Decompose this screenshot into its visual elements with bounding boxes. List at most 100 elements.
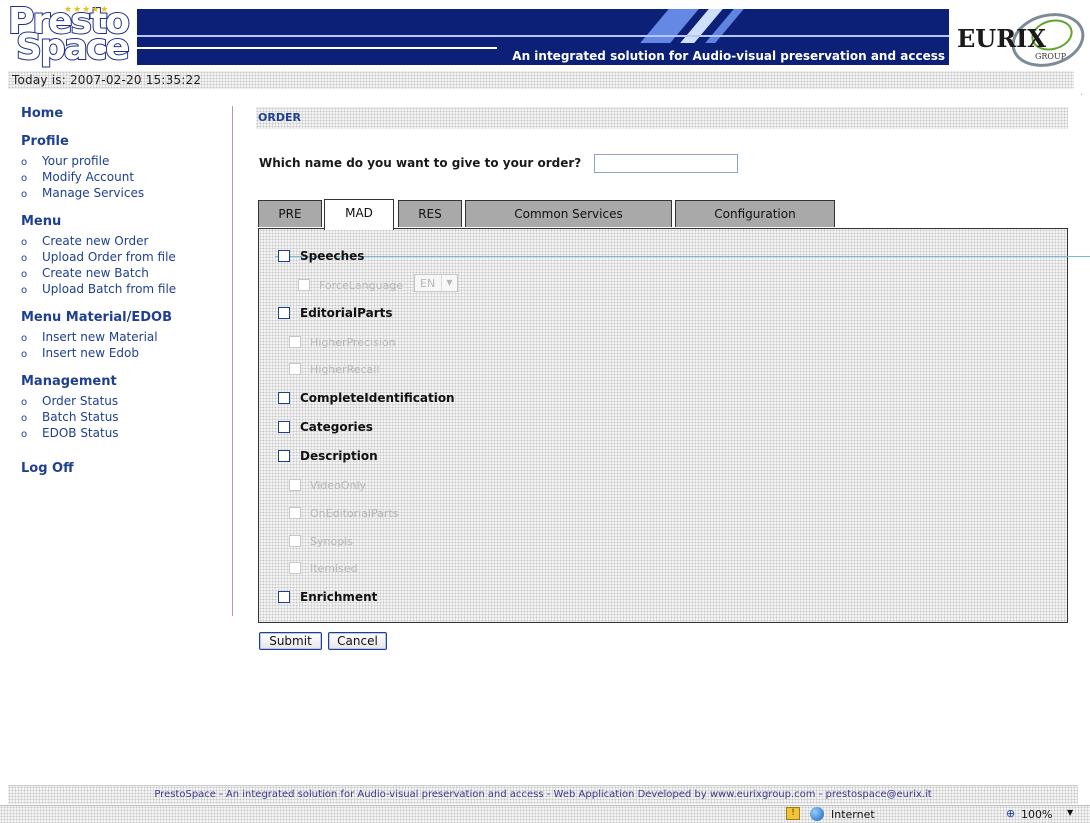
- higher-recall-label: HigherRecall: [310, 363, 380, 376]
- video-only-label: VideoOnly: [310, 479, 367, 492]
- zoom-level[interactable]: 100%: [1021, 808, 1052, 821]
- sidebar-management-list: o Order Status o Batch Status o EDOB Status: [21, 394, 221, 442]
- bullet-icon: o: [21, 349, 28, 360]
- sidebar-section-profile: Profile: [21, 134, 69, 149]
- sidebar-item-upload-batch[interactable]: o Upload Batch from file: [21, 282, 221, 298]
- sidebar-section-menu: Menu: [21, 214, 62, 229]
- section-header: ORDER: [256, 107, 1068, 129]
- force-language-label: ForceLanguage: [319, 279, 404, 292]
- prestospace-logo[interactable]: Presto ★★★★★ Space: [7, 3, 133, 67]
- language-select[interactable]: EN ▼: [414, 274, 458, 292]
- eurix-logo-subtext: GROUP: [1035, 52, 1067, 61]
- sidebar-item-modify-account[interactable]: o Modify Account: [21, 170, 221, 186]
- video-only-checkbox[interactable]: [289, 479, 301, 491]
- current-date: Today is: 2007-02-20 15:35:22: [12, 73, 202, 87]
- bullet-icon: o: [21, 397, 28, 408]
- tab-bar: PRE MAD RES Common Services Configuratio…: [258, 199, 1070, 230]
- eurix-logo-text: EURIX: [957, 24, 1047, 53]
- order-name-label: Which name do you want to give to your o…: [259, 156, 582, 170]
- enrichment-checkbox[interactable]: [278, 591, 290, 603]
- date-bar: Today is: 2007-02-20 15:35:22: [8, 71, 1074, 89]
- sidebar-item-batch-status[interactable]: o Batch Status: [21, 410, 221, 426]
- security-zone[interactable]: Internet: [831, 808, 875, 821]
- complete-identification-checkbox[interactable]: [278, 392, 290, 404]
- sidebar-item-label: Order Status: [42, 394, 119, 408]
- footer: PrestoSpace - An integrated solution for…: [8, 785, 1078, 804]
- sidebar-item-label: Create new Order: [42, 234, 149, 248]
- speeches-checkbox[interactable]: [278, 250, 290, 262]
- bullet-icon: o: [21, 413, 28, 424]
- sidebar-item-insert-material[interactable]: o Insert new Material: [21, 330, 221, 346]
- sidebar-item-create-batch[interactable]: o Create new Batch: [21, 266, 221, 282]
- sidebar-item-edob-status[interactable]: o EDOB Status: [21, 426, 221, 442]
- sidebar-profile-list: o Your profile o Modify Account o Manage Se…: [21, 154, 221, 202]
- tab-common-services[interactable]: Common Services: [465, 200, 672, 227]
- bullet-icon: o: [21, 269, 28, 280]
- cancel-button[interactable]: Cancel: [328, 632, 387, 650]
- sidebar-item-label: Batch Status: [42, 410, 119, 424]
- language-select-value: EN: [420, 277, 436, 290]
- higher-recall-checkbox[interactable]: [289, 363, 301, 375]
- on-editorial-parts-checkbox[interactable]: [289, 507, 301, 519]
- tab-res[interactable]: RES: [398, 200, 462, 227]
- sidebar: Home Profile o Your profile o Modify Accou…: [21, 106, 221, 476]
- bullet-icon: o: [21, 189, 28, 200]
- itemised-label: Itemised: [310, 562, 358, 575]
- sidebar-item-label: Modify Account: [42, 170, 135, 184]
- warning-icon[interactable]: !: [786, 807, 800, 820]
- bullet-icon: o: [21, 237, 28, 248]
- force-language-checkbox[interactable]: [298, 279, 310, 291]
- sidebar-item-your-profile[interactable]: o Your profile: [21, 154, 221, 170]
- higher-precision-checkbox[interactable]: [289, 336, 301, 348]
- categories-label: Categories: [300, 420, 373, 434]
- higher-precision-label: HigherPrecision: [310, 336, 396, 349]
- sidebar-item-order-status[interactable]: o Order Status: [21, 394, 221, 410]
- sidebar-item-label: Insert new Edob: [42, 346, 140, 360]
- sidebar-item-label: Manage Services: [42, 186, 145, 200]
- bullet-icon: o: [21, 429, 28, 440]
- scroll-hint-icon: ·: [1080, 90, 1084, 101]
- header-banner: An integrated solution for Audio-visual …: [137, 9, 949, 65]
- sidebar-home-link[interactable]: Home: [21, 106, 221, 121]
- tab-pre[interactable]: PRE: [258, 200, 322, 227]
- sidebar-logoff-link[interactable]: Log Off: [21, 461, 221, 476]
- bullet-icon: o: [21, 333, 28, 344]
- zoom-chevron-down-icon[interactable]: ▼: [1067, 808, 1073, 817]
- sidebar-item-label: Insert new Material: [42, 330, 158, 344]
- page-title: ORDER: [258, 111, 301, 124]
- itemised-checkbox[interactable]: [289, 562, 301, 574]
- bullet-icon: o: [21, 173, 28, 184]
- editorial-parts-checkbox[interactable]: [278, 307, 290, 319]
- sidebar-item-manage-services[interactable]: o Manage Services: [21, 186, 221, 202]
- description-checkbox[interactable]: [278, 450, 290, 462]
- tab-mad[interactable]: MAD: [324, 199, 394, 230]
- description-label: Description: [300, 449, 378, 463]
- panel-guide-line: [275, 256, 1090, 257]
- sidebar-item-label: EDOB Status: [42, 426, 119, 440]
- enrichment-label: Enrichment: [300, 590, 378, 604]
- sidebar-menu-list: o Create new Order o Upload Order from fil…: [21, 234, 221, 298]
- on-editorial-parts-label: OnEditorialParts: [310, 507, 399, 520]
- synopis-label: Synopis: [310, 535, 353, 548]
- categories-checkbox[interactable]: [278, 421, 290, 433]
- editorial-parts-label: EditorialParts: [300, 306, 393, 320]
- sidebar-item-upload-order[interactable]: o Upload Order from file: [21, 250, 221, 266]
- bullet-icon: o: [21, 253, 28, 264]
- sidebar-item-label: Create new Batch: [42, 266, 149, 280]
- sidebar-material-list: o Insert new Material o Insert new Edob: [21, 330, 221, 362]
- synopis-checkbox[interactable]: [289, 535, 301, 547]
- footer-text: PrestoSpace - An integrated solution for…: [154, 789, 932, 800]
- bullet-icon: o: [21, 157, 28, 168]
- sidebar-item-create-order[interactable]: o Create new Order: [21, 234, 221, 250]
- tab-configuration[interactable]: Configuration: [675, 200, 835, 227]
- sidebar-section-management: Management: [21, 374, 117, 389]
- sidebar-item-insert-edob[interactable]: o Insert new Edob: [21, 346, 221, 362]
- sidebar-divider: [232, 106, 233, 616]
- sidebar-item-label: Upload Order from file: [42, 250, 176, 264]
- eurix-logo[interactable]: EURIX GROUP: [955, 5, 1090, 75]
- stars-icon: ★★★★★: [64, 5, 110, 15]
- submit-button[interactable]: Submit: [259, 632, 322, 650]
- order-name-input[interactable]: [594, 154, 738, 173]
- bullet-icon: o: [21, 285, 28, 296]
- zoom-icon: ⊕: [1006, 807, 1016, 820]
